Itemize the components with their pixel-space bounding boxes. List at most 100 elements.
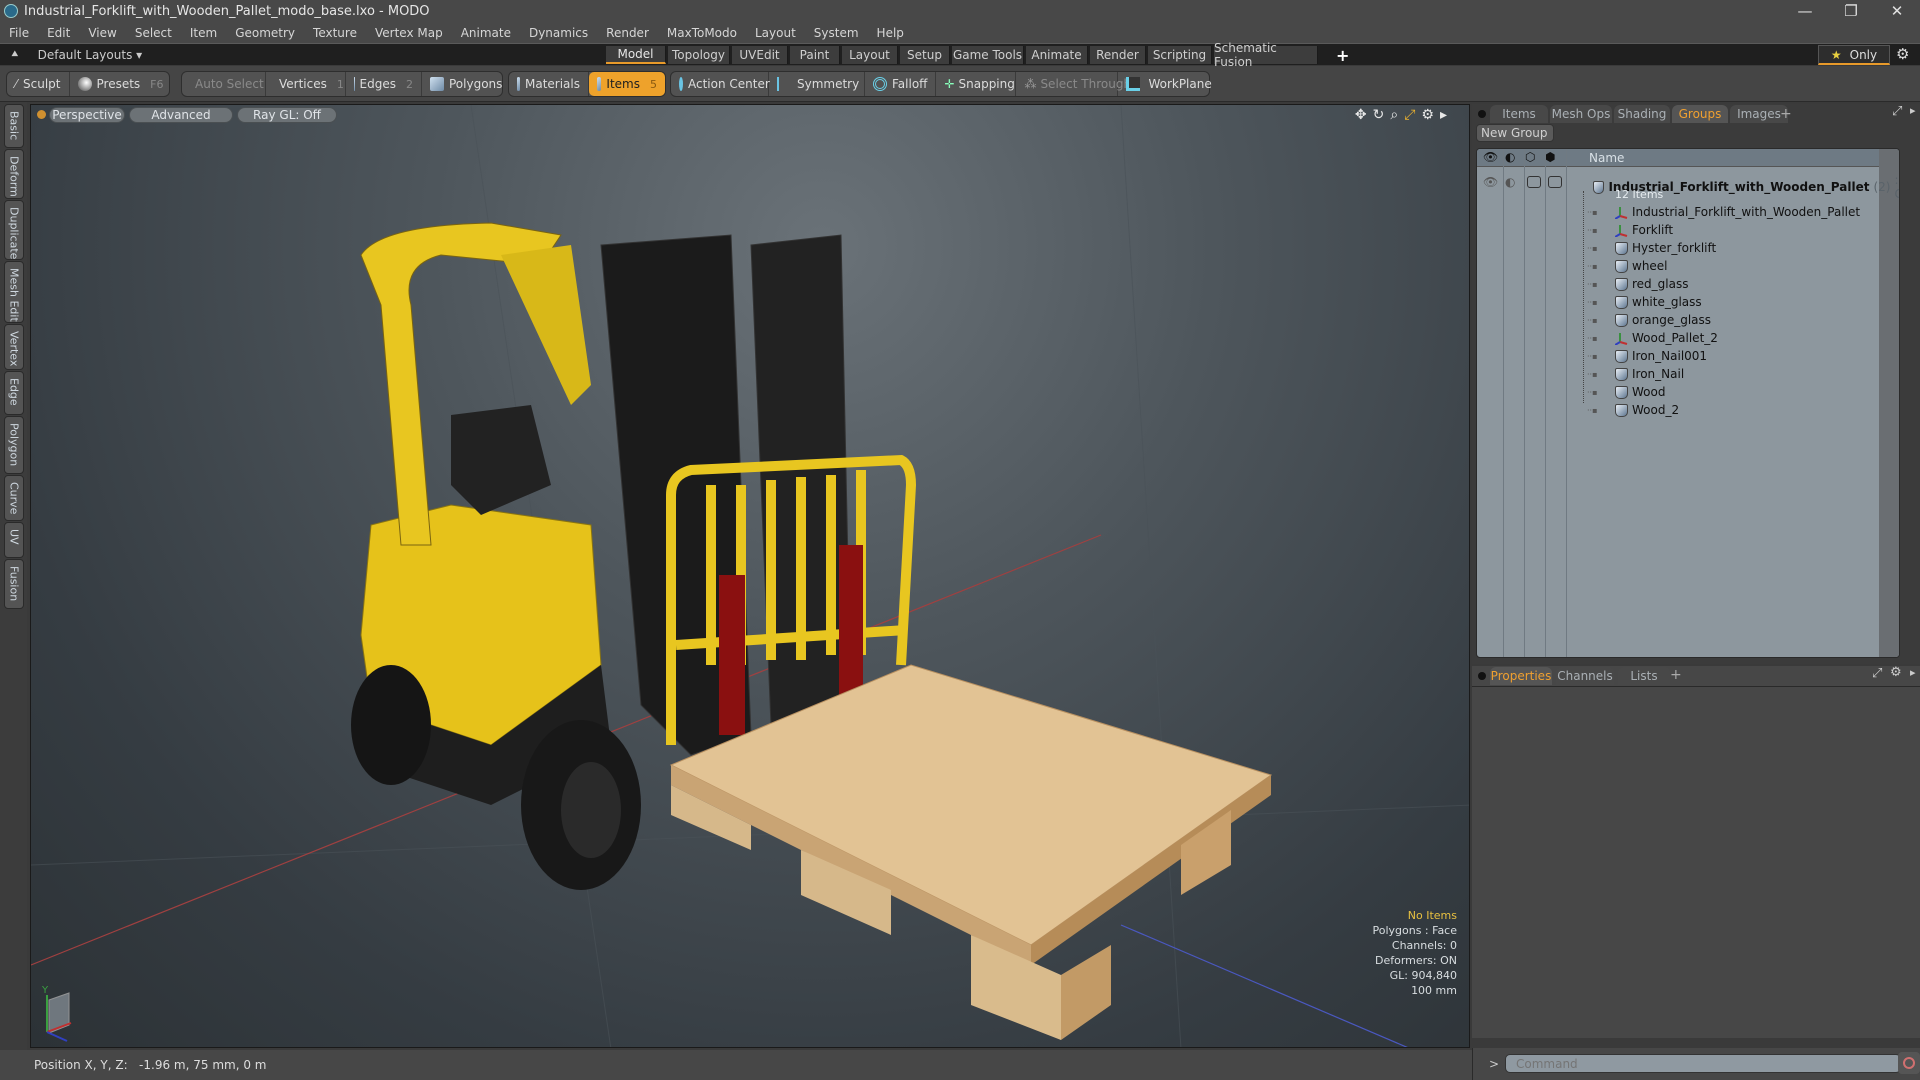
record-button[interactable] (1898, 1052, 1920, 1074)
layout-tab-uvedit[interactable]: UVEdit (732, 46, 788, 64)
menu-dynamics[interactable]: Dynamics (520, 26, 597, 40)
falloff-button[interactable]: Falloff (865, 72, 937, 96)
edges-button[interactable]: Edges 2 (346, 72, 422, 96)
panel-tab-groups[interactable]: Groups (1672, 105, 1728, 123)
layout-tab-setup[interactable]: Setup (900, 46, 950, 64)
presets-button[interactable]: Presets F6 (70, 72, 172, 96)
materials-button[interactable]: Materials (509, 72, 589, 96)
layout-tab-topology[interactable]: Topology (668, 46, 730, 64)
panel-tab-mesh-ops[interactable]: Mesh Ops (1550, 105, 1612, 123)
left-tab-polygon[interactable]: Polygon (4, 416, 24, 474)
menu-render[interactable]: Render (597, 26, 658, 40)
group-item-row[interactable]: ··▪ red_glass (1477, 275, 1899, 293)
layout-tab-schematic-fusion[interactable]: Schematic Fusion (1214, 41, 1318, 69)
sculpt-button[interactable]: ⁄ Sculpt (7, 72, 70, 96)
3d-viewport[interactable]: Perspective Advanced Ray GL: Off ✥ ↻ ⌕ ⤢… (30, 104, 1470, 1048)
visibility-column-eye-icon[interactable]: 👁 (1483, 150, 1498, 164)
left-tab-vertex[interactable]: Vertex (4, 324, 24, 370)
properties-gear-icon[interactable]: ⚙ (1890, 665, 1902, 680)
collapse-icon[interactable]: ⯅ (10, 47, 20, 62)
items-button[interactable]: Items 5 (589, 72, 665, 96)
name-column-header[interactable]: Name (1589, 151, 1624, 165)
menu-view[interactable]: View (79, 26, 125, 40)
menu-item[interactable]: Item (181, 26, 226, 40)
group-row[interactable]: 👁 ◐ Industrial_Forklift_with_Wooden_Pall… (1477, 171, 1899, 201)
menu-select[interactable]: Select (126, 26, 181, 40)
layout-tab-scripting[interactable]: Scripting (1148, 46, 1212, 64)
group-item-row[interactable]: ··▪ Wood_Pallet_2 (1477, 329, 1899, 347)
group-lock-checkbox[interactable] (1527, 176, 1541, 188)
group-item-row[interactable]: ··▪ Iron_Nail001 (1477, 347, 1899, 365)
add-properties-tab-button[interactable]: + (1670, 667, 1682, 683)
lock-column-icon[interactable]: ⬡ (1525, 150, 1535, 164)
left-tab-basic[interactable]: Basic (4, 104, 24, 148)
group-item-row[interactable]: ··▪ wheel (1477, 257, 1899, 275)
menu-texture[interactable]: Texture (304, 26, 366, 40)
left-tab-edge[interactable]: Edge (4, 371, 24, 415)
group-item-row[interactable]: ··▪ white_glass (1477, 293, 1899, 311)
layout-tab-game-tools[interactable]: Game Tools (952, 46, 1024, 64)
select-through-button[interactable]: ⁂ Select Through (1016, 72, 1131, 96)
left-tab-deform[interactable]: Deform (4, 149, 24, 199)
layout-tab-paint[interactable]: Paint (790, 46, 840, 64)
properties-tab-properties[interactable]: Properties (1490, 667, 1552, 685)
add-panel-tab-button[interactable]: + (1780, 106, 1792, 122)
render-column-icon[interactable]: ◐ (1505, 150, 1515, 164)
left-tab-duplicate[interactable]: Duplicate (4, 200, 24, 260)
menu-system[interactable]: System (805, 26, 868, 40)
workplane-button[interactable]: WorkPlane (1118, 72, 1219, 96)
properties-tab-lists[interactable]: Lists (1618, 667, 1670, 685)
menu-edit[interactable]: Edit (38, 26, 79, 40)
group-render-icon[interactable]: ◐ (1505, 175, 1515, 189)
left-tab-curve[interactable]: Curve (4, 475, 24, 521)
layout-tab-layout[interactable]: Layout (842, 46, 898, 64)
properties-menu-arrow-icon[interactable]: ▸ (1910, 666, 1916, 679)
item-name: white_glass (1632, 295, 1702, 309)
group-item-row[interactable]: ··▪ Forklift (1477, 221, 1899, 239)
properties-expand-icon[interactable]: ⤢ (1872, 666, 1882, 681)
menu-layout[interactable]: Layout (746, 26, 805, 40)
minimize-button[interactable]: — (1782, 0, 1828, 22)
panel-tab-shading[interactable]: Shading (1614, 105, 1670, 123)
snapping-button[interactable]: ✛ Snapping (936, 72, 1017, 96)
group-select-checkbox[interactable] (1548, 176, 1562, 188)
panel-menu-arrow-icon[interactable]: ▸ (1910, 104, 1916, 117)
symmetry-button[interactable]: Symmetry (769, 72, 865, 96)
menu-vertex-map[interactable]: Vertex Map (366, 26, 452, 40)
layout-preset-dropdown[interactable]: Default Layouts ▾ (38, 48, 143, 62)
layout-tab-animate[interactable]: Animate (1026, 46, 1088, 64)
menu-file[interactable]: File (0, 26, 38, 40)
layout-tab-render[interactable]: Render (1090, 46, 1146, 64)
restore-button[interactable]: ❐ (1828, 0, 1874, 22)
panel-expand-icon[interactable]: ⤢ (1892, 104, 1902, 119)
layout-settings-gear-icon[interactable]: ⚙ (1896, 45, 1909, 63)
menu-help[interactable]: Help (868, 26, 913, 40)
add-layout-tab-button[interactable]: + (1336, 46, 1349, 65)
menu-maxtomodo[interactable]: MaxToModo (658, 26, 746, 40)
group-item-row[interactable]: ··▪ Hyster_forklift (1477, 239, 1899, 257)
menu-geometry[interactable]: Geometry (226, 26, 304, 40)
auto-select-button[interactable]: Auto Select (182, 72, 266, 96)
only-toggle[interactable]: ★ Only (1818, 45, 1890, 65)
select-column-icon[interactable]: ⬢ (1545, 150, 1555, 164)
tree-connector: ··▪ (1587, 369, 1598, 379)
group-item-row[interactable]: ··▪ Industrial_Forklift_with_Wooden_Palle… (1477, 203, 1899, 221)
new-group-button[interactable]: New Group (1476, 124, 1554, 142)
properties-tab-channels[interactable]: Channels (1556, 667, 1614, 685)
command-input[interactable] (1505, 1054, 1901, 1073)
left-tab-mesh-edit[interactable]: Mesh Edit (4, 261, 24, 323)
panel-tab-items[interactable]: Items (1490, 105, 1548, 123)
close-button[interactable]: ✕ (1874, 0, 1920, 22)
group-item-row[interactable]: ··▪ Wood_2 (1477, 401, 1899, 419)
group-visibility-icon[interactable]: 👁 (1483, 175, 1498, 189)
vertices-button[interactable]: Vertices 1 (266, 72, 346, 96)
left-tab-uv[interactable]: UV (4, 522, 24, 558)
group-item-row[interactable]: ··▪ orange_glass (1477, 311, 1899, 329)
menu-animate[interactable]: Animate (452, 26, 520, 40)
left-tab-fusion[interactable]: Fusion (4, 559, 24, 609)
action-center-button[interactable]: Action Center (671, 72, 770, 96)
group-item-row[interactable]: ··▪ Wood (1477, 383, 1899, 401)
polygons-button[interactable]: Polygons (422, 72, 510, 96)
group-item-row[interactable]: ··▪ Iron_Nail (1477, 365, 1899, 383)
layout-tab-model[interactable]: Model (606, 46, 666, 64)
